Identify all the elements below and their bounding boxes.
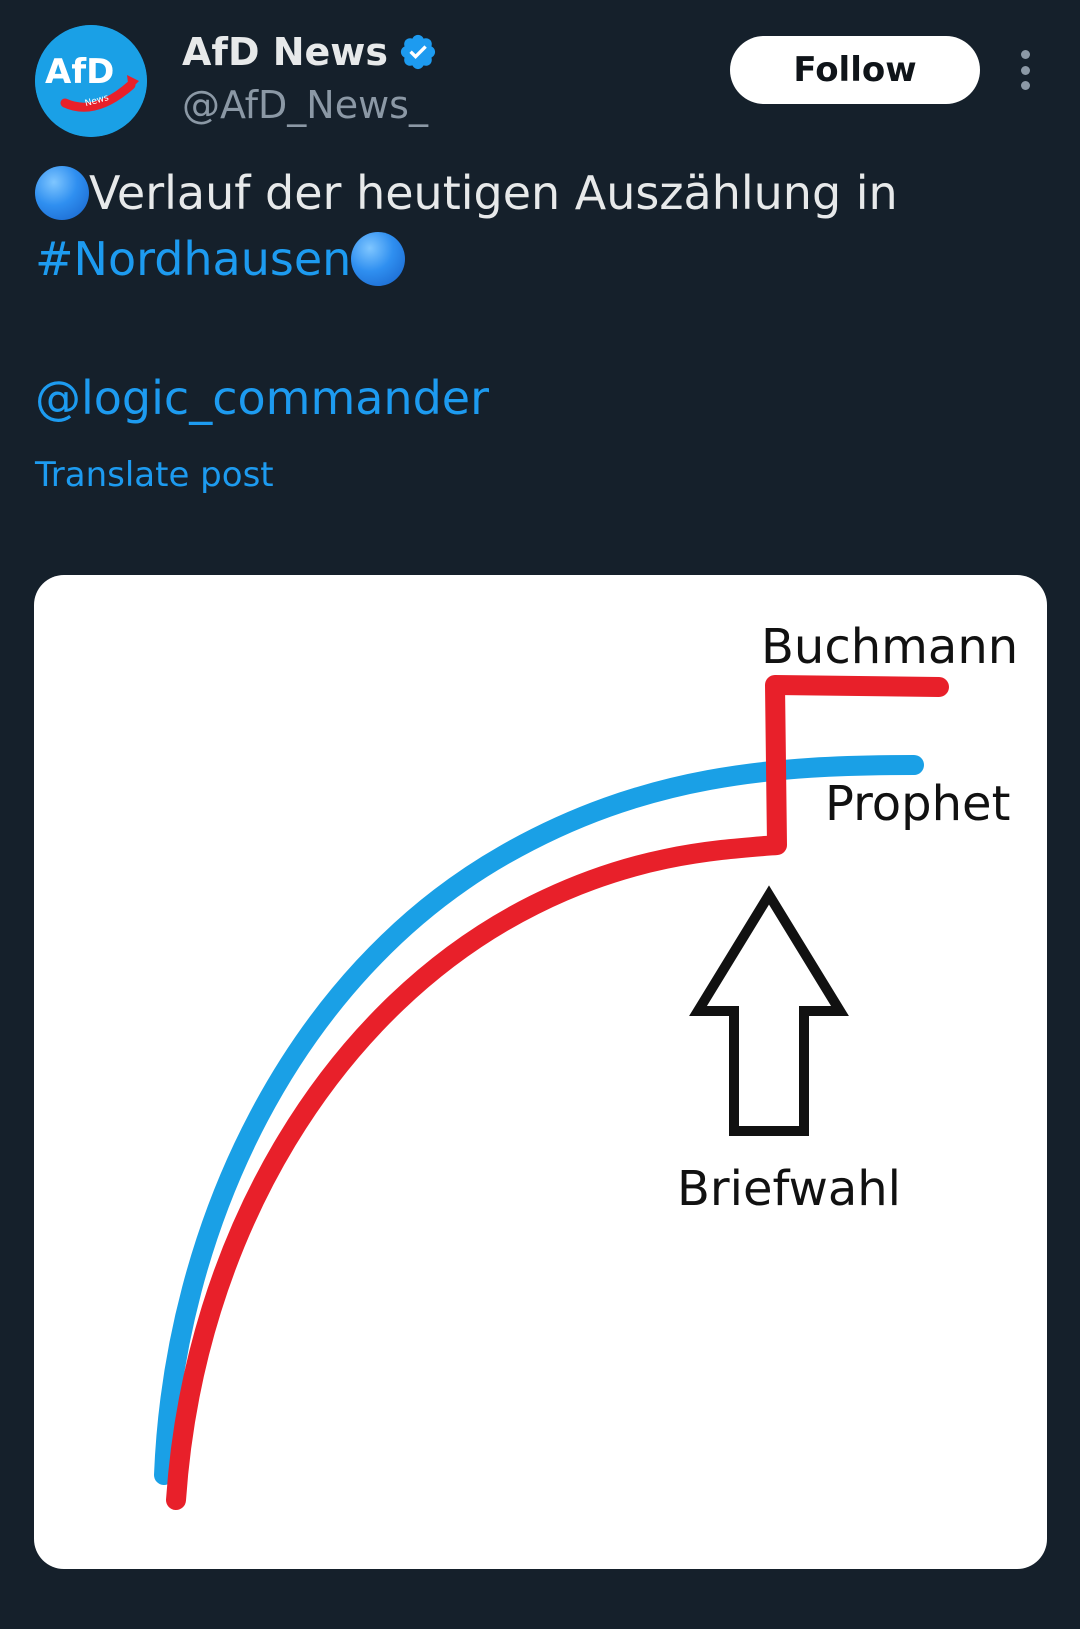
afd-logo: AfD News bbox=[35, 25, 147, 137]
vote-count-drawing: Buchmann Prophet Briefwahl bbox=[154, 619, 1018, 1510]
author-handle[interactable]: @AfD_News_ bbox=[182, 80, 428, 130]
post-line-1: Verlauf der heutigen Auszählung in bbox=[35, 160, 1035, 226]
translate-post-link[interactable]: Translate post bbox=[35, 452, 274, 498]
label-prophet: Prophet bbox=[825, 776, 1010, 832]
more-vertical-icon[interactable] bbox=[1010, 50, 1040, 90]
label-buchmann: Buchmann bbox=[761, 619, 1018, 675]
blue-circle-emoji-icon bbox=[35, 166, 89, 220]
label-briefwahl: Briefwahl bbox=[677, 1161, 901, 1217]
follow-button[interactable]: Follow bbox=[730, 36, 980, 104]
blue-circle-emoji-icon bbox=[351, 232, 406, 286]
verified-badge-icon bbox=[400, 34, 436, 70]
mention-link[interactable]: @logic_commander bbox=[35, 371, 489, 425]
avatar[interactable]: AfD News bbox=[35, 25, 147, 137]
post-mention-line: @logic_commander bbox=[35, 365, 489, 431]
svg-text:AfD: AfD bbox=[45, 52, 114, 92]
display-name[interactable]: AfD News bbox=[182, 28, 388, 76]
post-line-2: #Nordhausen bbox=[35, 226, 1035, 292]
post-text: Verlauf der heutigen Auszählung in #Nord… bbox=[35, 160, 1035, 292]
up-arrow-icon bbox=[689, 885, 849, 1136]
hashtag-link[interactable]: #Nordhausen bbox=[35, 226, 351, 292]
post-image[interactable]: Buchmann Prophet Briefwahl bbox=[34, 575, 1047, 1569]
post-body-text: Verlauf der heutigen Auszählung in bbox=[89, 166, 898, 220]
author-name-row: AfD News bbox=[182, 28, 438, 76]
